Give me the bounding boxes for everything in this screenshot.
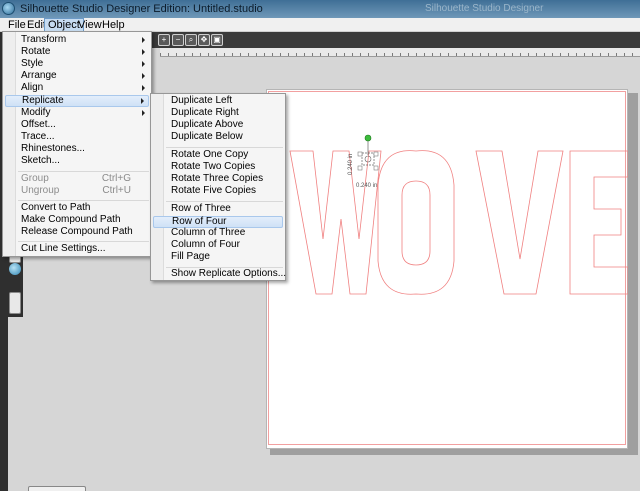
submenu-arrow-icon bbox=[142, 73, 145, 79]
menu-separator bbox=[18, 200, 149, 201]
menu-item-row-of-three[interactable]: Row of Three bbox=[153, 203, 283, 216]
submenu-arrow-icon bbox=[142, 37, 145, 43]
selection-width-label: 0.240 in bbox=[356, 183, 377, 189]
menu-separator bbox=[166, 201, 283, 202]
letter-w-outline bbox=[289, 150, 382, 295]
title-bar: Silhouette Studio Designer Edition: Unti… bbox=[0, 0, 640, 18]
menu-item-cut-line-settings[interactable]: Cut Line Settings... bbox=[5, 243, 149, 256]
silhouette-app-icon bbox=[2, 2, 15, 15]
menu-item-show-replicate-options[interactable]: Show Replicate Options... bbox=[153, 268, 286, 281]
menu-item-ungroup: Ungroup Ctrl+U bbox=[21, 185, 131, 196]
letter-e-outline bbox=[569, 150, 628, 295]
menu-help[interactable]: Help bbox=[99, 18, 128, 32]
menu-item-rotate-five-copies[interactable]: Rotate Five Copies bbox=[153, 185, 283, 198]
menu-separator bbox=[166, 147, 283, 148]
window-title: Silhouette Studio Designer Edition: Unti… bbox=[20, 3, 263, 15]
zoom-select-icon[interactable]: ⌕ bbox=[185, 34, 197, 46]
menu-separator bbox=[18, 171, 149, 172]
object-menu: Transform Rotate Style Arrange Align Rep… bbox=[2, 31, 152, 257]
tool-slider-icon[interactable] bbox=[9, 292, 21, 314]
letter-v-outline bbox=[475, 150, 564, 295]
menu-separator bbox=[18, 241, 149, 242]
zoom-in-icon[interactable]: + bbox=[158, 34, 170, 46]
menu-bar: File Edit Object View Help bbox=[0, 18, 640, 32]
swirl-tool-icon[interactable] bbox=[9, 263, 21, 275]
selection-height-label: 0.240 in bbox=[348, 154, 354, 175]
submenu-arrow-icon bbox=[142, 61, 145, 67]
menu-item-duplicate-below[interactable]: Duplicate Below bbox=[153, 131, 283, 144]
fit-page-icon[interactable]: ▣ bbox=[211, 34, 223, 46]
letter-o-outline bbox=[377, 150, 455, 295]
rotate-handle-icon bbox=[364, 134, 372, 142]
menu-item-sketch[interactable]: Sketch... bbox=[5, 155, 149, 168]
submenu-arrow-icon bbox=[142, 85, 145, 91]
menu-item-replicate[interactable]: Replicate bbox=[5, 95, 149, 107]
menu-item-release-compound-path[interactable]: Release Compound Path bbox=[5, 226, 149, 239]
menu-item-align[interactable]: Align bbox=[5, 82, 149, 95]
horizontal-ruler bbox=[160, 48, 640, 57]
page-tab[interactable] bbox=[28, 486, 86, 491]
submenu-arrow-icon bbox=[141, 98, 144, 104]
submenu-arrow-icon bbox=[142, 49, 145, 55]
zoom-out-icon[interactable]: − bbox=[172, 34, 184, 46]
replicate-submenu: Duplicate Left Duplicate Right Duplicate… bbox=[150, 93, 286, 281]
pan-icon[interactable]: ✥ bbox=[198, 34, 210, 46]
title-ghost-text: Silhouette Studio Designer bbox=[425, 3, 544, 14]
canvas-artwork[interactable]: 0.240 in 0.240 in bbox=[266, 89, 628, 449]
submenu-arrow-icon bbox=[142, 110, 145, 116]
menu-item-fill-page[interactable]: Fill Page bbox=[153, 251, 283, 264]
